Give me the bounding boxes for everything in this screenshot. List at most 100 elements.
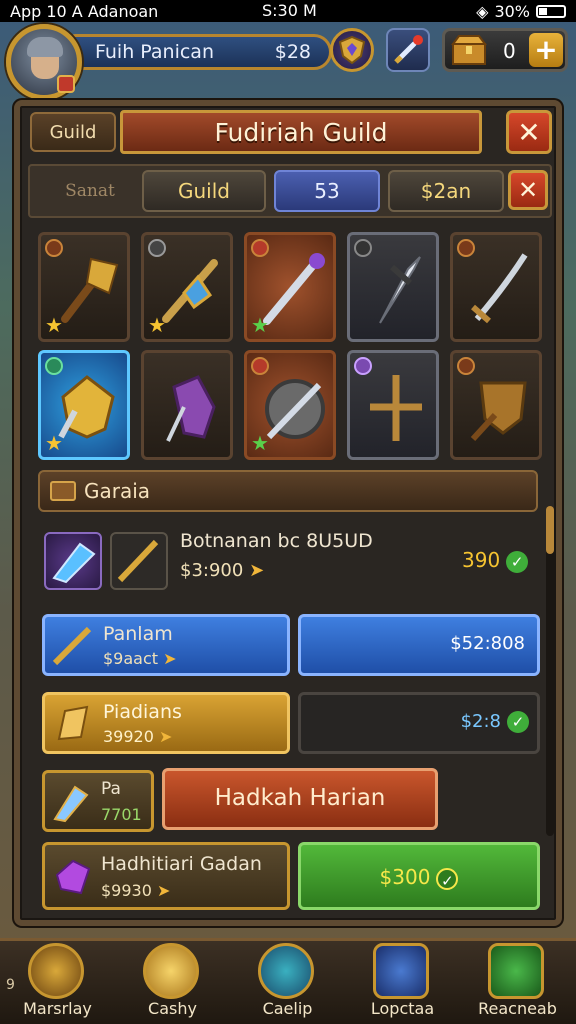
purple-gem-icon (55, 859, 91, 895)
list-item-4[interactable]: Pa 7701 Hadkah Harian (38, 768, 538, 838)
row-title: Botnanan bc 8U5UD (180, 530, 373, 552)
row-price: $3:900 ➤ (180, 560, 265, 581)
chest-icon (50, 481, 76, 501)
row-value: 390 ✓ (462, 548, 529, 573)
scrollbar-thumb[interactable] (546, 506, 554, 554)
item-grid: ★ ★ ★ ★ ★ (38, 232, 546, 466)
item-slot-crossed-swords[interactable] (347, 350, 439, 460)
list-item-5[interactable]: Hadhitiari Gadan $9930 ➤ $300 ✓ (38, 842, 540, 916)
status-bar: App 10 A Adanoan S:30 M ◈ 30% (0, 0, 576, 22)
close-panel-button[interactable]: ✕ (506, 110, 552, 154)
item-slot-purple-gauntlet[interactable] (141, 350, 233, 460)
hadkah-harian-button[interactable]: Hadkah Harian (162, 768, 438, 830)
list-item-3[interactable]: Piadians 39920 ➤ $2:8 ✓ (38, 690, 540, 760)
item-card-hadhitiari[interactable]: Hadhitiari Gadan $9930 ➤ (42, 842, 290, 910)
player-avatar[interactable] (6, 24, 82, 100)
nav-item-cashy[interactable]: Cashy (115, 941, 230, 1024)
button-label: $52:808 (450, 633, 525, 654)
spear-icon (52, 626, 92, 666)
status-right: ◈ 30% (476, 2, 566, 21)
section-header: Garaia (38, 470, 538, 512)
level-badge-icon (57, 75, 75, 93)
list-item-2[interactable]: Panlam $9aact ➤ $52:808 (38, 612, 540, 682)
item-slot-golden-armor[interactable]: ★ (38, 350, 130, 460)
value-slot-piadians: $2:8 ✓ (298, 692, 540, 754)
item-slot-round-shield[interactable]: ★ (244, 350, 336, 460)
item-slot-steel-dagger[interactable] (347, 232, 439, 342)
item-slot-curved-blade[interactable] (450, 232, 542, 342)
star-icon: ★ (148, 313, 166, 337)
tab-53[interactable]: 53 (274, 170, 380, 212)
purple-gauntlet-icon (166, 375, 216, 442)
row-value: $2:8 (460, 711, 501, 732)
add-resource-button[interactable]: + (529, 33, 563, 67)
tab-sanat[interactable]: Sanat (40, 170, 140, 212)
treasure-chest-icon (451, 35, 487, 65)
nav-item-caelip[interactable]: Caelip (230, 941, 345, 1024)
item-slot-golden-horn[interactable]: ★ (38, 232, 130, 342)
signal-icon: ◈ (476, 1, 489, 21)
chest-count: 0 (503, 39, 516, 63)
gold-coin-icon (143, 943, 199, 999)
status-left: App 10 A Adanoan (10, 1, 159, 21)
notification-button[interactable] (386, 28, 430, 72)
section-title: Garaia (84, 479, 151, 503)
check-icon: ✓ (507, 711, 529, 733)
tabs-row: Sanat Guild 53 $2an ✕ (28, 164, 552, 218)
top-hud: Fuih Panican $28 0 + (0, 22, 576, 100)
crossed-swords-icon (370, 375, 422, 441)
star-icon: ★ (251, 431, 269, 455)
star-badge-icon (28, 943, 84, 999)
buy-button-panlam[interactable]: $52:808 (298, 614, 540, 676)
button-label: $300 ✓ (301, 865, 537, 890)
panel-title: Fudiriah Guild (120, 110, 482, 154)
guild-tab-label[interactable]: Guild (30, 112, 116, 152)
star-icon: ★ (45, 431, 63, 455)
nav-item-marsrlay[interactable]: 9 Marsrlay (0, 941, 115, 1024)
nav-label: Lopctaa (370, 999, 435, 1018)
item-slot-magic-staff[interactable]: ★ (244, 232, 336, 342)
sword-notification-icon (394, 35, 423, 64)
portal-icon (258, 943, 314, 999)
curved-blade-icon (471, 253, 528, 324)
avatar-helmet (27, 37, 63, 57)
close-tabs-button[interactable]: ✕ (508, 170, 548, 210)
star-icon: ★ (251, 313, 269, 337)
panel-title-row: Guild Fudiriah Guild ✕ (20, 106, 556, 158)
check-icon: ✓ (436, 867, 459, 890)
guild-panel: Guild Fudiriah Guild ✕ Sanat Guild 53 $2… (14, 100, 562, 926)
tab-2an[interactable]: $2an (388, 170, 504, 212)
gem-shield-button[interactable] (330, 28, 374, 72)
row-price: 7701 (101, 805, 142, 824)
nav-label: Reacneab (478, 999, 557, 1018)
list-scrollbar[interactable] (546, 506, 554, 836)
bottom-navigation: 9 Marsrlay Cashy Caelip Lopctaa Reacneab (0, 938, 576, 1024)
arrow-icon: ➤ (249, 560, 265, 581)
tab-guild[interactable]: Guild (142, 170, 266, 212)
buy-button-hadhitiari[interactable]: $300 ✓ (298, 842, 540, 910)
row-price: $9aact ➤ (103, 649, 177, 668)
row-title: Piadians (103, 701, 182, 723)
item-card-piadians[interactable]: Piadians 39920 ➤ (42, 692, 290, 754)
crystal-shard-icon (53, 785, 89, 823)
row-price: $9930 ➤ (101, 881, 171, 900)
item-slot-wooden-shield[interactable] (450, 350, 542, 460)
item-slot-gem-dagger[interactable]: ★ (141, 232, 233, 342)
nav-item-lopctaa[interactable]: Lopctaa (345, 941, 460, 1024)
player-currency: $28 (274, 41, 311, 63)
nav-item-reacneab[interactable]: Reacneab (460, 941, 575, 1024)
wooden-shield-icon (470, 381, 527, 442)
nav-label: Marsrlay (23, 999, 92, 1018)
nav-label: Cashy (148, 999, 197, 1018)
nav-number: 9 (6, 977, 15, 993)
row-price: 39920 ➤ (103, 727, 173, 746)
battery-icon (536, 4, 566, 18)
item-card-pa[interactable]: Pa 7701 (42, 770, 154, 832)
button-label: Hadkah Harian (214, 785, 386, 811)
player-name-bar[interactable]: Fuih Panican $28 (70, 34, 332, 70)
item-card-panlam[interactable]: Panlam $9aact ➤ (42, 614, 290, 676)
star-icon: ★ (45, 313, 63, 337)
steel-dagger-icon (379, 256, 421, 324)
list-item-1[interactable]: Botnanan bc 8U5UD $3:900 ➤ 390 ✓ (38, 526, 538, 596)
chest-counter: 0 + (442, 28, 568, 72)
